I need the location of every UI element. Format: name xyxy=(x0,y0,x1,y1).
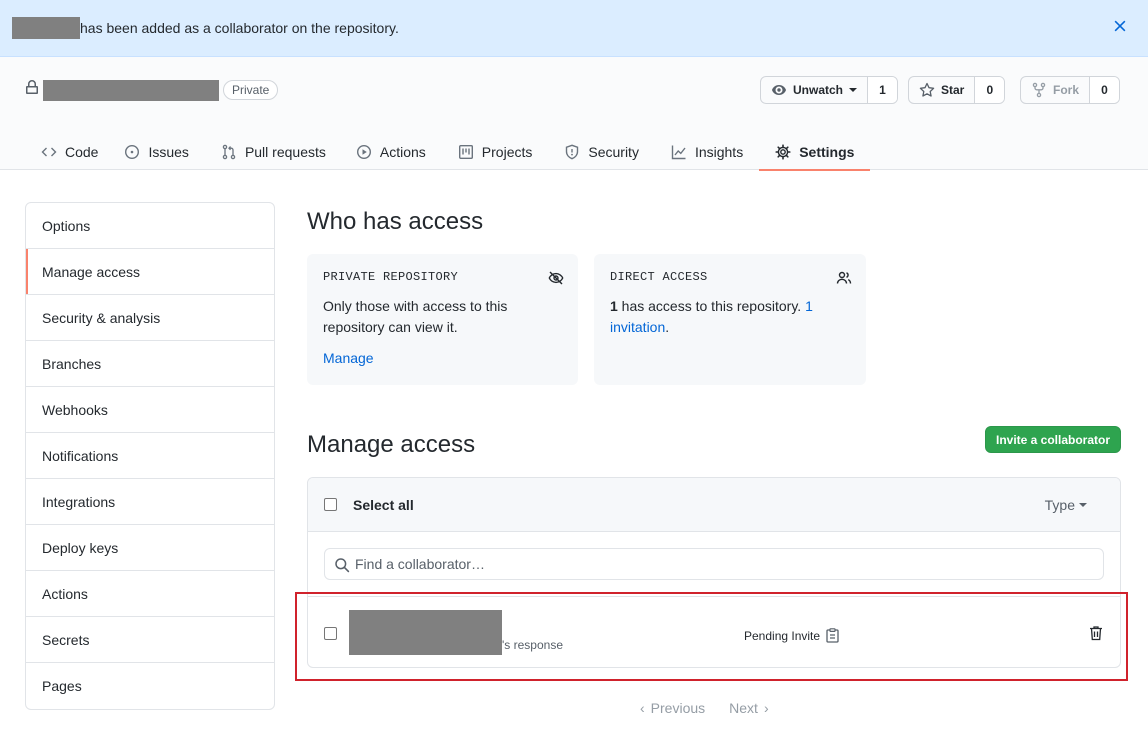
sidebar-item-branches[interactable]: Branches xyxy=(26,341,274,387)
direct-access-card: DIRECT ACCESS 1 has access to this repos… xyxy=(594,254,866,385)
select-all-checkbox[interactable] xyxy=(324,498,337,511)
sidebar-item-webhooks[interactable]: Webhooks xyxy=(26,387,274,433)
sidebar-item-options[interactable]: Options xyxy=(26,203,274,249)
watch-count[interactable]: 1 xyxy=(867,77,898,103)
previous-label: Previous xyxy=(650,700,706,716)
private-repository-description: Only those with access to this repositor… xyxy=(323,298,508,335)
tab-issues-label: Issues xyxy=(148,143,189,160)
pull-request-icon xyxy=(222,144,236,159)
chevron-left-icon: ‹ xyxy=(640,700,645,716)
chevron-right-icon: › xyxy=(763,700,769,716)
star-button-group: Star 0 xyxy=(908,76,1006,104)
type-filter-label: Type xyxy=(1044,497,1075,513)
eye-closed-icon xyxy=(548,271,564,285)
direct-access-count: 1 xyxy=(610,298,618,314)
unwatch-label: Unwatch xyxy=(793,83,844,97)
direct-access-text: has access to this repository. xyxy=(617,298,806,314)
tab-issues[interactable]: Issues xyxy=(114,133,204,170)
search-icon xyxy=(335,558,350,573)
repo-header: Private Unwatch 1 Star 0 Fork 0 Code Iss… xyxy=(0,57,1148,171)
code-icon xyxy=(41,147,57,156)
collaborator-search xyxy=(324,548,1104,580)
close-icon[interactable] xyxy=(1112,18,1128,34)
redacted-repo-name[interactable] xyxy=(43,80,219,101)
sidebar-item-deploy-keys[interactable]: Deploy keys xyxy=(26,525,274,571)
sidebar-item-security-analysis[interactable]: Security & analysis xyxy=(26,295,274,341)
manage-link[interactable]: Manage xyxy=(323,350,374,366)
issue-icon xyxy=(125,144,140,159)
star-count[interactable]: 0 xyxy=(974,77,1005,103)
private-repository-card: PRIVATE REPOSITORY Only those with acces… xyxy=(307,254,578,385)
chevron-down-icon xyxy=(849,88,858,92)
lock-icon xyxy=(26,80,38,94)
sidebar-item-secrets[interactable]: Secrets xyxy=(26,617,274,663)
tab-projects-label: Projects xyxy=(481,143,533,160)
tab-actions[interactable]: Actions xyxy=(342,133,442,170)
tab-code-label: Code xyxy=(65,143,99,160)
sidebar-item-manage-access[interactable]: Manage access xyxy=(26,249,274,295)
direct-access-description: 1 has access to this repository. 1 invit… xyxy=(610,296,850,338)
private-repository-title: PRIVATE REPOSITORY xyxy=(323,270,459,284)
tab-pull-requests[interactable]: Pull requests xyxy=(205,133,342,170)
project-icon xyxy=(458,144,473,159)
sidebar-item-notifications[interactable]: Notifications xyxy=(26,433,274,479)
settings-sidebar: Options Manage access Security & analysi… xyxy=(25,202,275,710)
sidebar-item-integrations[interactable]: Integrations xyxy=(26,479,274,525)
unwatch-button[interactable]: Unwatch xyxy=(761,77,867,103)
graph-icon xyxy=(671,145,686,159)
visibility-badge: Private xyxy=(223,80,279,100)
tab-insights[interactable]: Insights xyxy=(655,133,759,170)
fork-button[interactable]: Fork xyxy=(1021,77,1089,103)
star-button[interactable]: Star xyxy=(909,77,974,103)
gear-icon xyxy=(775,143,791,160)
tab-actions-label: Actions xyxy=(379,143,426,160)
chevron-down-icon xyxy=(1079,503,1087,507)
next-label: Next xyxy=(729,700,758,716)
tab-security[interactable]: Security xyxy=(548,133,655,170)
redacted-username xyxy=(12,17,80,39)
tab-security-label: Security xyxy=(588,143,639,160)
next-page-button[interactable]: Next › xyxy=(729,700,768,716)
pagination: ‹ Previous Next › xyxy=(640,700,769,716)
repo-nav-tabs: Code Issues Pull requests Actions Projec… xyxy=(0,133,871,171)
fork-count[interactable]: 0 xyxy=(1089,77,1120,103)
tab-settings-label: Settings xyxy=(799,143,855,160)
direct-access-title: DIRECT ACCESS xyxy=(610,270,708,284)
manage-access-heading: Manage access xyxy=(307,431,476,458)
type-filter-dropdown[interactable]: Type xyxy=(1045,497,1087,513)
sidebar-item-actions[interactable]: Actions xyxy=(26,571,274,617)
flash-banner: has been added as a collaborator on the … xyxy=(0,0,1148,57)
search-input[interactable] xyxy=(355,549,1095,579)
tab-insights-label: Insights xyxy=(694,143,744,160)
collaborators-box-header: Select all Type xyxy=(308,478,1120,532)
fork-label: Fork xyxy=(1053,83,1080,97)
shield-icon xyxy=(566,144,579,159)
eye-icon xyxy=(772,85,786,95)
play-icon xyxy=(356,144,371,159)
tab-pull-requests-label: Pull requests xyxy=(244,143,326,160)
sidebar-item-pages[interactable]: Pages xyxy=(26,663,274,709)
tab-code[interactable]: Code xyxy=(0,133,114,170)
tab-projects[interactable]: Projects xyxy=(442,133,549,170)
people-icon xyxy=(836,271,852,284)
fork-icon xyxy=(1032,82,1046,98)
who-has-access-heading: Who has access xyxy=(307,208,484,235)
select-all-label[interactable]: Select all xyxy=(353,497,414,513)
invite-collaborator-button[interactable]: Invite a collaborator xyxy=(985,426,1121,453)
fork-button-group: Fork 0 xyxy=(1020,76,1121,104)
previous-page-button[interactable]: ‹ Previous xyxy=(640,700,705,716)
highlight-box xyxy=(295,592,1128,681)
star-icon xyxy=(919,82,935,97)
tab-settings[interactable]: Settings xyxy=(759,133,871,171)
direct-access-period: . xyxy=(665,319,670,335)
flash-message: has been added as a collaborator on the … xyxy=(80,20,399,36)
star-label: Star xyxy=(941,83,965,97)
watch-button-group: Unwatch 1 xyxy=(760,76,899,104)
